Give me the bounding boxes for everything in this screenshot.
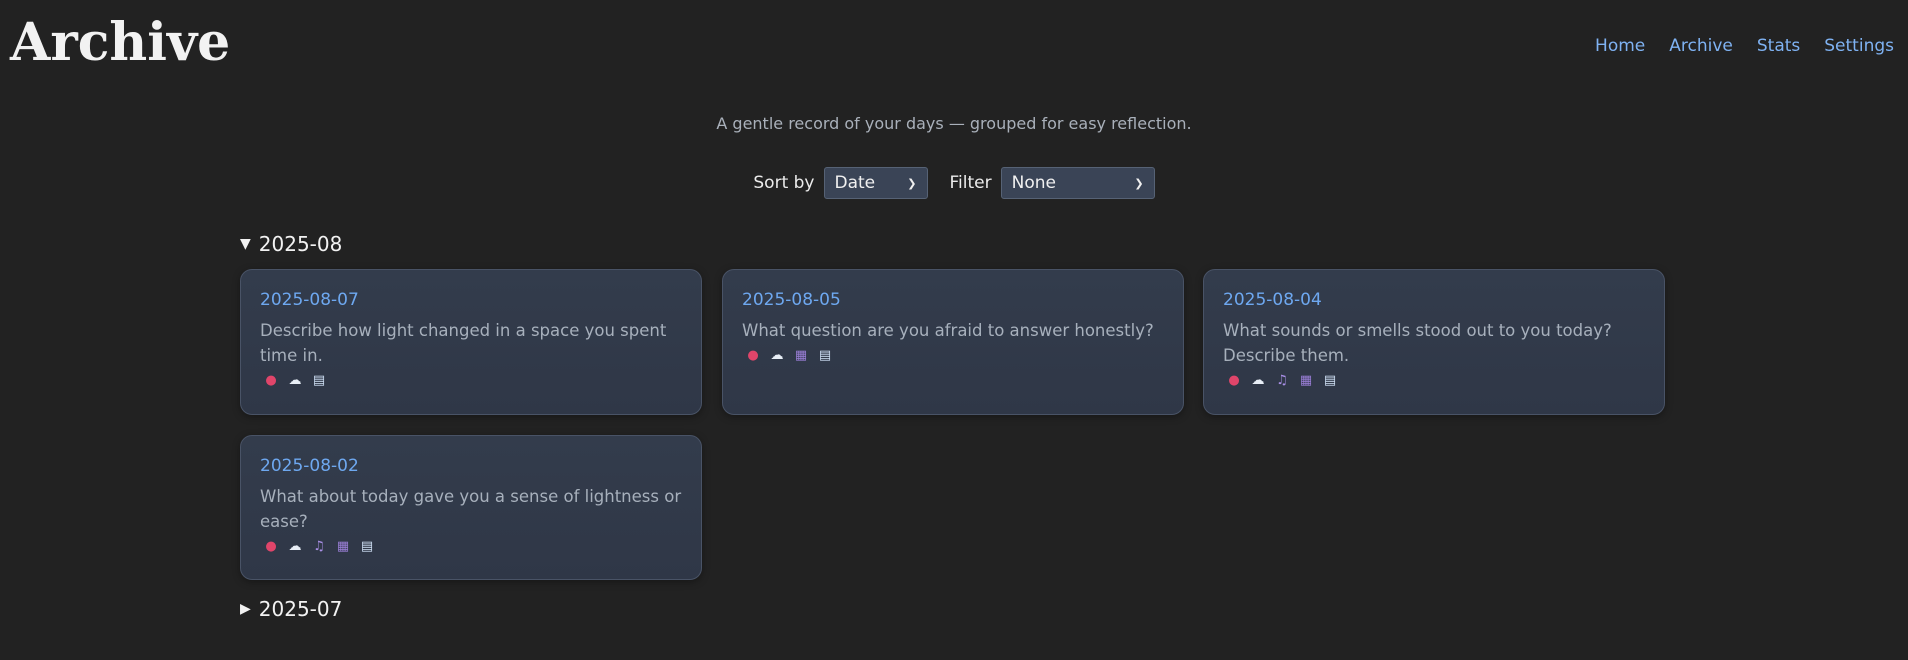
- music-icon: ♫: [313, 539, 325, 554]
- nav-home-link[interactable]: Home: [1595, 36, 1645, 56]
- entry-icons: ● ☁ ▤: [260, 372, 682, 390]
- group-toggle-2025-07[interactable]: ▶ 2025-07: [240, 597, 342, 621]
- entry-prompt: What about today gave you a sense of lig…: [260, 487, 682, 531]
- entry-card[interactable]: 2025-08-07 Describe how light changed in…: [240, 269, 702, 415]
- entry-card[interactable]: 2025-08-04 What sounds or smells stood o…: [1203, 269, 1665, 415]
- entry-date: 2025-08-02: [260, 456, 359, 476]
- chevron-down-icon: ❯: [907, 176, 917, 190]
- cloud-icon: ☁: [770, 348, 784, 363]
- entry-date: 2025-08-07: [260, 290, 359, 310]
- music-icon: ♫: [1276, 373, 1288, 388]
- group-label: 2025-07: [258, 597, 343, 621]
- sort-filter-controls: Sort by Date ❯ Filter None ❯: [0, 167, 1908, 199]
- page-subtitle: A gentle record of your days — grouped f…: [716, 114, 1192, 133]
- entry-icons: ● ☁ ▦ ▤: [742, 347, 1164, 365]
- triangle-right-icon: ▶: [240, 601, 251, 617]
- cloud-icon: ☁: [1251, 373, 1265, 388]
- filter-select-value: None: [1011, 173, 1056, 193]
- main-nav: Home Archive Stats Settings: [1595, 36, 1894, 56]
- entry-card[interactable]: 2025-08-05 What question are you afraid …: [722, 269, 1184, 415]
- film-icon: ▦: [794, 348, 808, 363]
- entry-prompt: Describe how light changed in a space yo…: [260, 321, 667, 365]
- chevron-down-icon: ❯: [1134, 176, 1144, 190]
- entry-prompt: What sounds or smells stood out to you t…: [1223, 321, 1612, 365]
- pin-icon: ●: [265, 373, 277, 388]
- entry-date: 2025-08-04: [1223, 290, 1322, 310]
- entry-prompt: What question are you afraid to answer h…: [742, 321, 1154, 340]
- triangle-down-icon: ▼: [240, 236, 251, 252]
- nav-archive-link[interactable]: Archive: [1669, 36, 1733, 56]
- film-icon: ▦: [1299, 373, 1313, 388]
- cloud-icon: ☁: [288, 373, 302, 388]
- sort-select[interactable]: Date ❯: [823, 167, 928, 199]
- pin-icon: ●: [747, 348, 759, 363]
- pin-icon: ●: [1228, 373, 1240, 388]
- group-label: 2025-08: [258, 232, 343, 256]
- group-toggle-2025-08[interactable]: ▼ 2025-08: [240, 232, 342, 256]
- page-title: Archive: [10, 12, 231, 73]
- entry-card[interactable]: 2025-08-02 What about today gave you a s…: [240, 435, 702, 580]
- filter-select[interactable]: None ❯: [1000, 167, 1155, 199]
- archive-page: Archive Home Archive Stats Settings A ge…: [0, 0, 1908, 660]
- nav-stats-link[interactable]: Stats: [1757, 36, 1800, 56]
- filter-label: Filter: [949, 173, 992, 193]
- book-icon: ▤: [312, 373, 326, 388]
- book-icon: ▤: [818, 348, 832, 363]
- sort-label: Sort by: [753, 173, 815, 193]
- sort-select-value: Date: [834, 173, 876, 193]
- book-icon: ▤: [1323, 373, 1337, 388]
- entry-date: 2025-08-05: [742, 290, 841, 310]
- film-icon: ▦: [336, 539, 350, 554]
- pin-icon: ●: [265, 539, 277, 554]
- entry-icons: ● ☁ ♫ ▦ ▤: [260, 538, 682, 556]
- cloud-icon: ☁: [288, 539, 302, 554]
- book-icon: ▤: [360, 539, 374, 554]
- nav-settings-link[interactable]: Settings: [1824, 36, 1894, 56]
- header: Archive Home Archive Stats Settings: [0, 0, 1908, 90]
- entry-icons: ● ☁ ♫ ▦ ▤: [1223, 372, 1645, 390]
